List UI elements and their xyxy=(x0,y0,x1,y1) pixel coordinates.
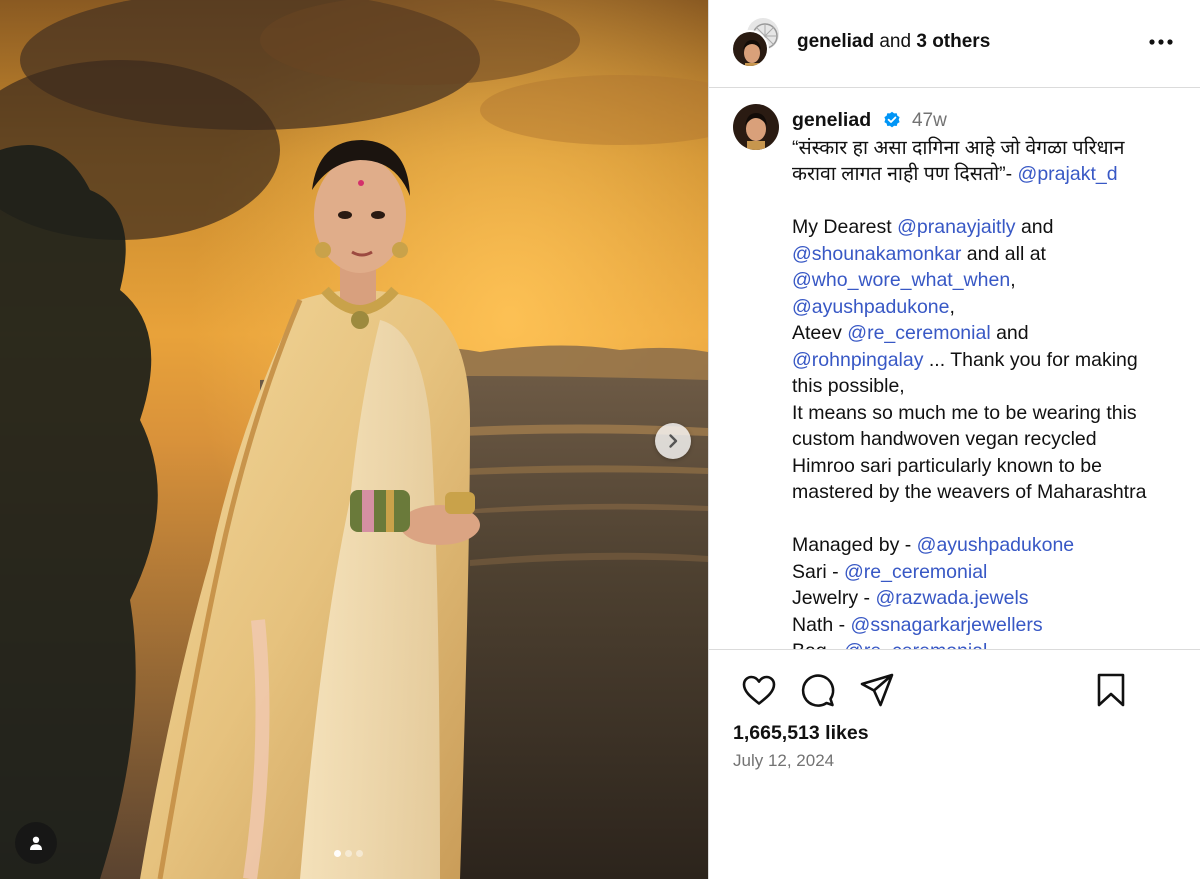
likes-count[interactable]: 1,665,513 likes xyxy=(733,722,869,745)
caption-line: It means so much me to be wearing this xyxy=(792,400,1187,427)
share-icon xyxy=(860,673,894,707)
chevron-right-icon xyxy=(669,434,678,448)
caption-line: करावा लागत नाही पण दिसतो”- @prajakt_d xyxy=(792,161,1187,188)
caption-header-line: geneliad 47w xyxy=(792,107,1187,135)
caption-line: @shounakamonkar and all at xyxy=(792,241,1187,268)
mention-link[interactable]: @re_ceremonial xyxy=(844,561,987,583)
mention-link[interactable]: @shounakamonkar xyxy=(792,243,961,265)
caption-line: “संस्कार हा असा दागिना आहे जो वेगळा परिध… xyxy=(792,135,1187,162)
carousel-next-button[interactable] xyxy=(655,423,691,459)
instagram-post: geneliad and 3 others geneliad 47w “संस्… xyxy=(0,0,1200,879)
caption-text: करावा लागत नाही पण दिसतो”- xyxy=(792,163,1018,185)
post-photo xyxy=(0,0,708,879)
caption-line: Nath - @ssnagarkarjewellers xyxy=(792,612,1187,639)
caption-text: Nath - xyxy=(792,613,851,636)
caption-text: custom handwoven vegan recycled xyxy=(792,428,1097,450)
caption-line: Himroo sari particularly known to be xyxy=(792,453,1187,480)
comment-icon xyxy=(801,674,835,707)
caption-text: Jewelry - xyxy=(792,587,876,609)
caption-line: @rohnpingalay ... Thank you for making xyxy=(792,347,1187,374)
mention-link[interactable]: @rohnpingalay xyxy=(792,349,923,371)
more-options-button[interactable] xyxy=(1143,28,1179,56)
caption-text: Himroo sari particularly known to be xyxy=(792,454,1102,477)
save-button[interactable] xyxy=(1091,670,1131,710)
caption-line: mastered by the weavers of Maharashtra xyxy=(792,479,1187,506)
caption-line: custom handwoven vegan recycled xyxy=(792,426,1187,453)
caption-text: Managed by - xyxy=(792,534,917,556)
caption-text: It means so much me to be wearing this xyxy=(792,401,1137,424)
caption-line: Managed by - @ayushpadukone xyxy=(792,532,1187,559)
post-side-panel: geneliad and 3 others geneliad 47w “संस्… xyxy=(708,0,1200,879)
mention-link[interactable]: @re_ceremonial xyxy=(847,322,990,344)
verified-badge-icon xyxy=(883,111,900,128)
post-caption: geneliad 47w “संस्कार हा असा दागिना आहे … xyxy=(792,107,1187,649)
carousel-dot xyxy=(356,850,363,857)
header-others-link[interactable]: 3 others xyxy=(916,31,990,52)
carousel-dot xyxy=(334,850,341,857)
caption-line: Bag - @re_ceremonial xyxy=(792,638,1187,649)
caption-line: @ayushpadukone, xyxy=(792,294,1187,321)
mention-link[interactable]: @ayushpadukone xyxy=(917,534,1075,556)
caption-text: and xyxy=(990,322,1029,344)
post-actions: 1,665,513 likes July 12, 2024 xyxy=(709,649,1200,879)
mention-link[interactable]: @razwada.jewels xyxy=(875,587,1028,609)
mention-link[interactable]: @ssnagarkarjewellers xyxy=(851,614,1043,636)
caption-author-avatar[interactable] xyxy=(733,104,779,150)
more-horizontal-icon xyxy=(1149,39,1173,45)
caption-text: and xyxy=(1015,216,1054,238)
header-and-text: and xyxy=(879,31,912,52)
comment-button[interactable] xyxy=(798,670,838,710)
caption-text: “संस्कार हा असा दागिना आहे जो वेगळा परिध… xyxy=(792,136,1125,159)
comments-scroll-area[interactable]: geneliad 47w “संस्कार हा असा दागिना आहे … xyxy=(709,89,1200,649)
post-time[interactable]: 47w xyxy=(912,110,947,131)
caption-line: this possible, xyxy=(792,373,1187,400)
caption-body: “संस्कार हा असा दागिना आहे जो वेगळा परिध… xyxy=(792,135,1187,650)
mention-link[interactable]: @ayushpadukone xyxy=(792,296,950,318)
heart-icon xyxy=(742,675,776,705)
author-avatar[interactable] xyxy=(731,30,769,68)
header-username[interactable]: geneliad xyxy=(797,31,874,52)
caption-username[interactable]: geneliad xyxy=(792,109,871,131)
mention-link[interactable]: @re_ceremonial xyxy=(844,640,987,649)
caption-text: and all at xyxy=(961,242,1046,265)
collab-avatars[interactable] xyxy=(731,16,783,68)
caption-line: @who_wore_what_when, xyxy=(792,267,1187,294)
mention-link[interactable]: @prajakt_d xyxy=(1018,163,1118,185)
mention-link[interactable]: @who_wore_what_when xyxy=(792,269,1010,291)
carousel-indicator xyxy=(334,850,363,857)
caption-line: Ateev @re_ceremonial and xyxy=(792,320,1187,347)
user-tag-icon xyxy=(30,836,42,850)
caption-line: Sari - @re_ceremonial xyxy=(792,559,1187,586)
share-button[interactable] xyxy=(857,670,897,710)
caption-text: ... Thank you for making xyxy=(923,348,1138,371)
tagged-users-button[interactable] xyxy=(15,822,57,864)
caption-text: , xyxy=(949,295,955,318)
post-header-title: geneliad and 3 others xyxy=(797,31,990,53)
caption-text: Bag - xyxy=(792,640,844,649)
post-date[interactable]: July 12, 2024 xyxy=(733,751,834,771)
caption-text: My Dearest xyxy=(792,216,898,238)
caption-text: mastered by the weavers of Maharashtra xyxy=(792,481,1147,503)
post-header: geneliad and 3 others xyxy=(709,0,1200,88)
carousel-dot xyxy=(345,850,352,857)
caption-text: Ateev xyxy=(792,322,848,344)
like-button[interactable] xyxy=(739,670,779,710)
caption-line: My Dearest @pranayjaitly and xyxy=(792,214,1187,241)
bookmark-icon xyxy=(1097,673,1125,707)
caption-text: this possible, xyxy=(792,375,905,397)
post-media xyxy=(0,0,708,879)
caption-line: Jewelry - @razwada.jewels xyxy=(792,585,1187,612)
mention-link[interactable]: @pranayjaitly xyxy=(897,216,1015,238)
caption-text: , xyxy=(1010,269,1016,291)
caption-text: Sari - xyxy=(792,560,845,583)
